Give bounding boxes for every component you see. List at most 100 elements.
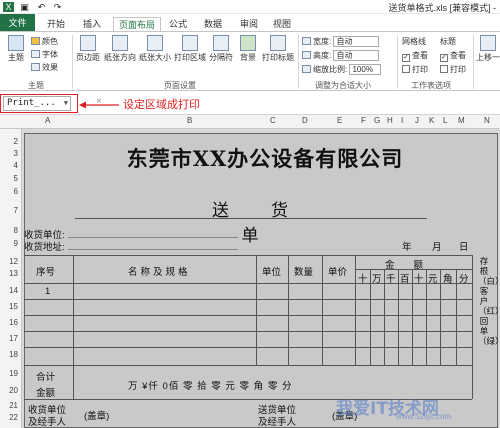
breaks-icon [213, 35, 229, 51]
price-header: 单价 [328, 267, 348, 278]
copy-distribution-note: 存根（白）客户（红）回单（绿） [478, 256, 500, 346]
headings-print-checkbox[interactable]: 打印 [440, 64, 466, 75]
themes-button[interactable]: 主题 [4, 35, 28, 63]
column-header[interactable]: G [374, 116, 380, 125]
tab-formulas[interactable]: 公式 [164, 17, 192, 32]
bring-forward-icon [480, 35, 496, 51]
row-header[interactable]: 7 [14, 206, 18, 215]
column-header[interactable]: M [458, 116, 465, 125]
digit-jiao: 角 [443, 274, 453, 285]
table-col-line [456, 269, 457, 365]
column-headers: A B C D E F G H I J K L M N [0, 115, 500, 129]
row-header[interactable]: 20 [9, 386, 18, 395]
check-icon: ✓ [440, 54, 448, 62]
watermark-url: www.52itjs.com [396, 412, 452, 421]
column-header[interactable]: J [415, 116, 419, 125]
gridlines-view-checkbox[interactable]: ✓ 查看 [402, 50, 428, 62]
row-header[interactable]: 21 [9, 401, 18, 410]
cancel-icon[interactable]: × [96, 96, 102, 107]
ribbon-separator [397, 35, 398, 89]
table-row-line [24, 347, 472, 348]
column-header[interactable]: B [187, 116, 192, 125]
tab-insert[interactable]: 插入 [78, 17, 106, 32]
tab-page-layout[interactable]: 页面布局 [113, 17, 162, 32]
undo-icon[interactable]: ↶ [36, 2, 47, 12]
margins-icon [80, 35, 96, 51]
total-amount-text[interactable]: 万 ¥仟 0佰 零 拾 零 元 零 角 零 分 [128, 378, 292, 392]
row-header[interactable]: 12 [9, 257, 18, 266]
column-header[interactable]: F [361, 116, 366, 125]
unit-header: 单位 [262, 267, 282, 278]
table-col-line [384, 269, 385, 365]
size-button[interactable]: 纸张大小 [138, 35, 172, 63]
row-header[interactable]: 3 [14, 149, 18, 158]
save-icon[interactable]: ▣ [19, 2, 30, 12]
column-header[interactable]: K [429, 116, 434, 125]
group-label-sheet-options: 工作表选项 [411, 81, 451, 90]
scale-input[interactable]: 100% [349, 64, 382, 76]
ribbon-separator [298, 35, 299, 89]
row-header[interactable]: 4 [14, 161, 18, 170]
digit-thousand: 千 [386, 274, 396, 285]
table-right-border [472, 255, 473, 399]
margins-button[interactable]: 页边距 [74, 35, 102, 63]
column-header[interactable]: H [387, 116, 393, 125]
name-spec-header: 名称及规格 [128, 267, 191, 278]
width-select[interactable]: 自动 [333, 36, 380, 48]
form-title: 送货单 [212, 201, 330, 246]
effects-button[interactable]: 效果 [31, 62, 58, 73]
bring-forward-button[interactable]: 上移一 [476, 35, 500, 63]
themes-icon [8, 35, 24, 51]
column-header[interactable]: I [401, 116, 403, 125]
row-header[interactable]: 15 [9, 302, 18, 311]
row-header[interactable]: 13 [9, 269, 18, 278]
first-row-seq[interactable]: 1 [45, 286, 50, 297]
fonts-icon [31, 50, 40, 58]
width-setting: 宽度: 自动 [302, 36, 380, 48]
colors-button[interactable]: 颜色 [31, 36, 58, 47]
column-header[interactable]: N [484, 116, 490, 125]
digit-ten: 十 [358, 274, 368, 285]
fonts-button[interactable]: 字体 [31, 49, 58, 60]
height-select[interactable]: 自动 [333, 50, 380, 62]
orientation-button[interactable]: 纸张方向 [103, 35, 137, 63]
background-button[interactable]: 背景 [236, 35, 260, 63]
receiving-address-line [68, 249, 238, 250]
column-header[interactable]: C [270, 116, 276, 125]
tab-file[interactable]: 文件 [0, 14, 35, 32]
row-header[interactable]: 2 [14, 137, 18, 146]
tab-data[interactable]: 数据 [199, 17, 227, 32]
row-header[interactable]: 9 [14, 239, 18, 248]
company-name: 东莞市XX办公设备有限公司 [126, 146, 404, 171]
breaks-button[interactable]: 分隔符 [207, 35, 235, 63]
column-header[interactable]: A [45, 116, 50, 125]
tab-home[interactable]: 开始 [42, 17, 70, 32]
row-header[interactable]: 16 [9, 318, 18, 327]
gridlines-print-checkbox[interactable]: 打印 [402, 64, 428, 75]
print-area-button[interactable]: 打印区域 [173, 35, 207, 63]
table-col-line [73, 255, 74, 399]
ribbon: 主题 颜色 字体 效果 主题 页边距 纸张方向 纸张大小 打印区域 分隔符 背景… [0, 31, 500, 91]
column-header[interactable]: L [443, 116, 447, 125]
row-header[interactable]: 6 [14, 187, 18, 196]
redo-icon[interactable]: ↷ [52, 2, 63, 12]
table-col-line [355, 255, 356, 365]
row-header[interactable]: 18 [9, 350, 18, 359]
row-header[interactable]: 22 [9, 413, 18, 422]
column-header[interactable]: E [337, 116, 342, 125]
row-header[interactable]: 19 [9, 369, 18, 378]
row-header[interactable]: 14 [9, 286, 18, 295]
colors-icon [31, 37, 40, 45]
column-header[interactable]: D [302, 116, 308, 125]
row-header[interactable]: 8 [14, 226, 18, 235]
print-titles-button[interactable]: 打印标题 [261, 35, 295, 63]
headings-view-checkbox[interactable]: ✓ 查看 [440, 50, 466, 62]
seq-header: 序号 [36, 267, 56, 278]
tab-view[interactable]: 视图 [268, 17, 296, 32]
tab-review[interactable]: 审阅 [235, 17, 263, 32]
scale-setting: 缩放比例: 100% [302, 64, 382, 76]
row-header[interactable]: 17 [9, 334, 18, 343]
row-header[interactable]: 5 [14, 174, 18, 183]
table-row-line [24, 331, 472, 332]
table-col-line [412, 269, 413, 365]
